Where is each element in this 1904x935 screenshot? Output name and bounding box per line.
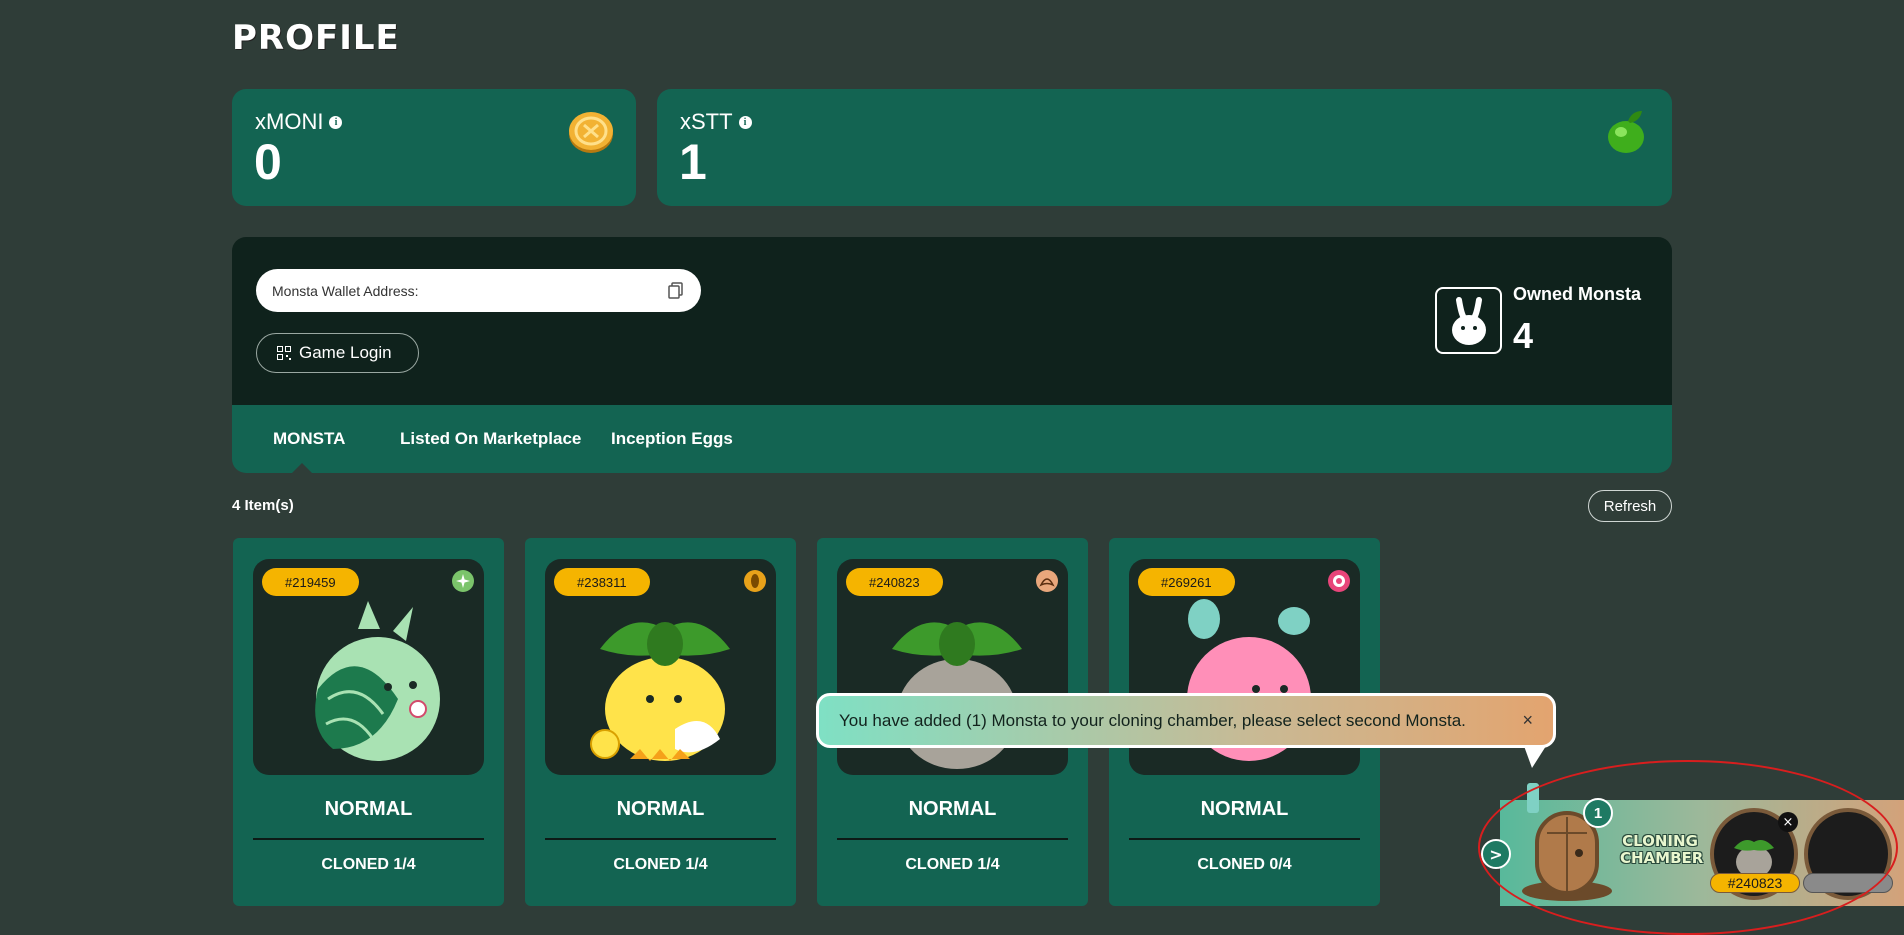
xstt-label-row: xSTT i	[680, 109, 752, 135]
monsta-cloned-count: CLONED 1/4	[321, 856, 416, 873]
monsta-image: #219459	[253, 559, 484, 775]
monsta-figure	[315, 601, 440, 761]
tabs-bar: MONSTA Listed On Marketplace Inception E…	[232, 405, 1672, 475]
wallet-panel: Monsta Wallet Address: Game Login Owned …	[232, 237, 1672, 405]
monsta-cloned-count: CLONED 1/4	[905, 856, 1000, 873]
monsta-card[interactable]: #238311 NORMAL CLONED 1/4	[525, 538, 796, 906]
game-login-button[interactable]: Game Login	[256, 333, 419, 373]
toast-tail	[1524, 746, 1546, 768]
monsta-card[interactable]: #219459 NORMAL CLONED 1/4	[233, 538, 504, 906]
xstt-label: xSTT	[680, 109, 733, 134]
monsta-cloned-count: CLONED 0/4	[1197, 856, 1292, 873]
info-icon[interactable]: i	[329, 115, 343, 129]
close-icon[interactable]: ×	[1522, 710, 1533, 731]
xmoni-label: xMONI	[255, 109, 324, 134]
xmoni-balance-card: xMONI i 0	[232, 89, 636, 206]
card-divider	[253, 838, 484, 840]
xmoni-value: 0	[254, 134, 282, 190]
tab-listed-on-marketplace[interactable]: Listed On Marketplace	[400, 429, 581, 449]
monsta-image: #238311	[545, 559, 776, 775]
active-tab-indicator	[290, 463, 314, 475]
refresh-button[interactable]: Refresh	[1588, 490, 1672, 522]
info-icon[interactable]: i	[738, 115, 752, 129]
card-divider	[837, 838, 1068, 840]
monsta-rarity: NORMAL	[908, 798, 997, 820]
page-title: PROFILE	[232, 18, 400, 58]
tab-inception-eggs[interactable]: Inception Eggs	[611, 429, 733, 449]
monsta-id-badge: #238311	[554, 568, 650, 596]
xstt-value: 1	[679, 134, 707, 190]
wallet-address-field[interactable]: Monsta Wallet Address:	[256, 269, 701, 312]
tab-monsta[interactable]: MONSTA	[273, 429, 345, 449]
monsta-id-badge: #240823	[846, 568, 943, 596]
monsta-id-badge: #219459	[262, 568, 359, 596]
xmoni-label-row: xMONI i	[255, 109, 343, 135]
cloning-toast: You have added (1) Monsta to your clonin…	[816, 693, 1556, 748]
highlight-ellipse	[1478, 760, 1898, 935]
copy-icon[interactable]	[667, 281, 685, 299]
monsta-cloned-count: CLONED 1/4	[613, 856, 708, 873]
game-login-label: Game Login	[299, 343, 392, 362]
owned-monsta-count: 4	[1513, 315, 1534, 356]
monsta-figure	[590, 622, 730, 761]
monsta-id-badge: #269261	[1138, 568, 1235, 596]
wallet-address-label: Monsta Wallet Address:	[272, 282, 419, 299]
card-divider	[1129, 838, 1360, 840]
coin-icon	[569, 112, 613, 153]
qr-code-icon	[277, 346, 291, 360]
earth-class-icon	[744, 570, 766, 592]
toast-message: You have added (1) Monsta to your clonin…	[839, 710, 1466, 730]
light-class-icon	[1328, 570, 1350, 592]
monsta-rarity: NORMAL	[324, 798, 413, 820]
xstt-balance-card: xSTT i 1	[657, 89, 1672, 206]
green-fruit-icon	[1608, 111, 1644, 153]
beast-class-icon	[1036, 570, 1058, 592]
card-divider	[545, 838, 776, 840]
monsta-avatar-icon	[1435, 287, 1502, 354]
monsta-rarity: NORMAL	[616, 798, 705, 820]
owned-monsta-label: Owned Monsta	[1513, 284, 1642, 304]
monsta-rarity: NORMAL	[1200, 798, 1289, 820]
items-count: 4 Item(s)	[232, 497, 294, 514]
nature-class-icon	[452, 570, 474, 592]
